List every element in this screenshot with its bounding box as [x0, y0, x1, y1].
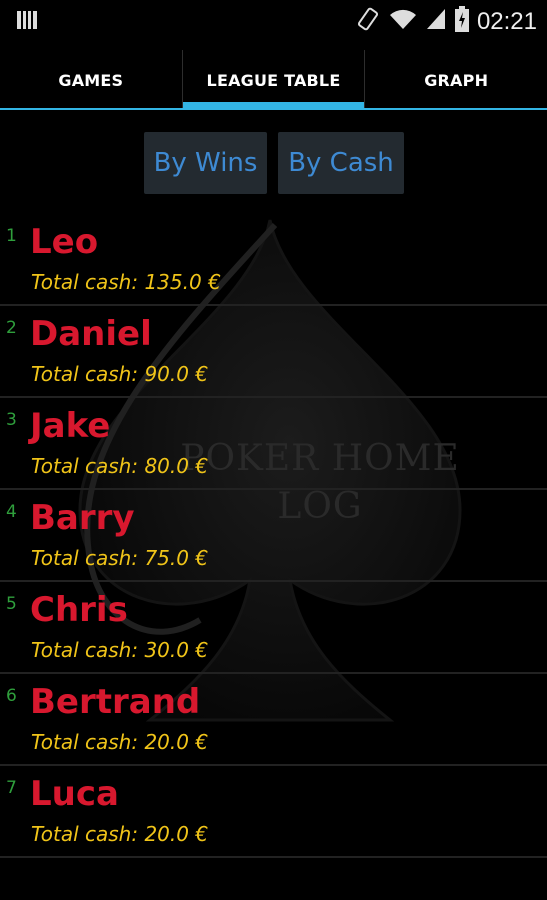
player-name: Bertrand [30, 682, 201, 722]
player-cash: 20.0 € [144, 730, 209, 754]
status-bar: 02:21 [0, 0, 547, 40]
list-item[interactable]: 6 Bertrand Total cash: 20.0 € [0, 674, 547, 766]
battery-icon [454, 6, 469, 37]
player-cash: 20.0 € [144, 822, 209, 846]
cash-label: Total cash: [31, 454, 139, 478]
notification-icon [16, 9, 38, 36]
list-item[interactable]: 2 Daniel Total cash: 90.0 € [0, 306, 547, 398]
player-rank: 3 [6, 410, 17, 430]
cash-label: Total cash: [31, 362, 139, 386]
player-name: Luca [30, 774, 119, 814]
player-cash: 75.0 € [144, 546, 209, 570]
player-name: Chris [30, 590, 128, 630]
cash-label: Total cash: [31, 546, 139, 570]
cash-label: Total cash: [31, 730, 139, 754]
list-item[interactable]: 1 Leo Total cash: 135.0 € [0, 214, 547, 306]
tab-indicator-line [0, 108, 547, 110]
tab-graph[interactable]: GRAPH [365, 50, 547, 110]
player-rank: 7 [6, 778, 17, 798]
player-name: Barry [30, 498, 135, 538]
cash-label: Total cash: [31, 822, 139, 846]
tab-league-table[interactable]: LEAGUE TABLE [182, 50, 365, 110]
list-item[interactable]: 7 Luca Total cash: 20.0 € [0, 766, 547, 858]
player-cash: 80.0 € [144, 454, 209, 478]
player-cash: 90.0 € [144, 362, 209, 386]
player-rank: 1 [6, 226, 17, 246]
player-name: Jake [30, 406, 111, 446]
rotate-icon [355, 6, 381, 37]
player-name: Leo [30, 222, 99, 262]
cash-label: Total cash: [31, 270, 139, 294]
league-table-list: 1 Leo Total cash: 135.0 € 2 Daniel Total… [0, 214, 547, 858]
player-rank: 2 [6, 318, 17, 338]
signal-icon [425, 7, 447, 36]
list-item[interactable]: 3 Jake Total cash: 80.0 € [0, 398, 547, 490]
player-rank: 6 [6, 686, 17, 706]
status-time: 02:21 [476, 7, 537, 35]
player-cash: 135.0 € [144, 270, 221, 294]
list-item[interactable]: 5 Chris Total cash: 30.0 € [0, 582, 547, 674]
player-cash: 30.0 € [144, 638, 209, 662]
by-cash-button[interactable]: By Cash [278, 132, 404, 194]
wifi-icon [389, 7, 417, 36]
tab-games[interactable]: GAMES [0, 50, 182, 110]
list-item[interactable]: 4 Barry Total cash: 75.0 € [0, 490, 547, 582]
player-rank: 4 [6, 502, 17, 522]
player-name: Daniel [30, 314, 152, 354]
tab-bar: GAMES LEAGUE TABLE GRAPH [0, 50, 547, 110]
cash-label: Total cash: [31, 638, 139, 662]
by-wins-button[interactable]: By Wins [144, 132, 267, 194]
player-rank: 5 [6, 594, 17, 614]
